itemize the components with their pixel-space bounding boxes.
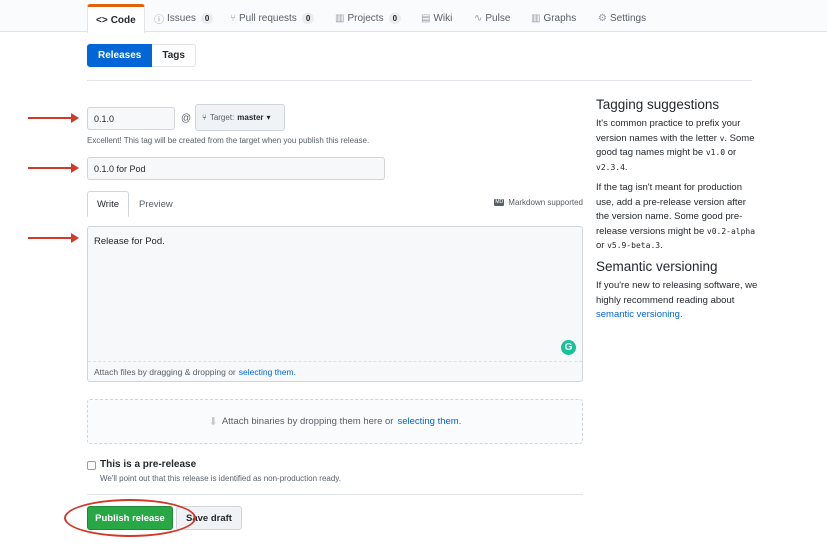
prerelease-checkbox[interactable] [87,461,96,470]
tab-label: Projects [347,12,384,24]
tab-projects[interactable]: ▥ Projects 0 [327,4,409,32]
projects-icon: ▥ [335,12,345,24]
tag-version-value: 0.1.0 [94,113,115,124]
tab-settings[interactable]: ⚙ Settings [590,4,654,32]
tab-label: Code [110,14,136,26]
or-text: or [727,147,737,158]
tab-pull-requests[interactable]: ⑂ Pull requests 0 [222,4,322,32]
tab-label: Settings [609,12,647,24]
tagging-paragraph-2: If the tag isn't meant for production us… [596,182,756,251]
semantic-versioning: Semantic versioning If you're new to rel… [596,259,761,323]
target-label: Target: [209,113,235,122]
code-alpha: v0.2-alpha [706,226,756,236]
code-icon: <> [96,14,108,26]
annotation-arrow-body [28,233,79,243]
binaries-dropzone[interactable]: ⬇ Attach binaries by dropping them here … [87,399,583,444]
attach-files-bar: Attach files by dragging & dropping or s… [88,361,582,381]
issue-icon: ⓘ [154,14,164,26]
write-tab[interactable]: Write [87,191,129,217]
tag-version-input[interactable]: 0.1.0 [87,107,175,130]
divider [87,494,583,495]
binaries-text: Attach binaries by dropping them here or [221,416,394,427]
release-subnav: Releases Tags [87,44,196,67]
tags-tab[interactable]: Tags [152,44,196,67]
annotation-arrow-title [28,163,79,173]
tag-note: Excellent! This tag will be created from… [87,136,370,145]
semver-title: Semantic versioning [596,259,718,274]
prerelease-note: We'll point out that this release is ide… [100,474,341,483]
at-symbol: @ [181,113,192,124]
issues-counter: 0 [200,12,214,24]
projects-counter: 0 [388,12,402,24]
pull-requests-counter: 0 [301,12,315,24]
tab-wiki[interactable]: ▤ Wiki [413,4,460,32]
arrow-down-icon: ⬇ [208,416,218,428]
target-branch-dropdown[interactable]: ⑂ Target: master ▾ [195,104,285,131]
tab-issues[interactable]: ⓘ Issues 0 [146,4,221,32]
divider [87,80,752,81]
or-text: or [596,240,605,251]
pulse-icon: ∿ [474,12,483,24]
markdown-supported[interactable]: MD Markdown supported [494,198,583,207]
tab-pulse[interactable]: ∿ Pulse [466,4,518,32]
prerelease-label[interactable]: This is a pre-release [100,459,196,470]
release-title-value: 0.1.0 for Pod [94,163,146,174]
semver-link[interactable]: semantic versioning. [596,309,683,320]
tagging-suggestions: Tagging suggestions It's common practice… [596,97,761,254]
binaries-link[interactable]: selecting them. [397,416,461,427]
annotation-ellipse [64,499,196,537]
releases-tab[interactable]: Releases [87,44,153,67]
tab-label: Pull requests [239,12,297,24]
wiki-icon: ▤ [421,12,431,24]
pull-request-icon: ⑂ [230,12,236,24]
tab-label: Issues [167,12,196,24]
preview-tab[interactable]: Preview [130,191,182,217]
tab-label: Graphs [543,12,577,24]
semver-text: If you're new to releasing software, we … [596,280,758,306]
attach-files-text: Attach files by dragging & dropping or [94,366,236,377]
tab-label: Wiki [433,12,453,24]
gear-icon: ⚙ [598,12,607,24]
markdown-icon: MD [494,199,505,206]
release-title-input[interactable]: 0.1.0 for Pod [87,157,385,180]
tab-label: Pulse [485,12,511,24]
branch-icon: ⑂ [202,113,207,122]
tab-code[interactable]: <> Code [87,4,145,33]
grammarly-icon[interactable]: G [561,340,576,355]
semver-paragraph: If you're new to releasing software, we … [596,279,761,323]
annotation-arrow-tag [28,113,79,123]
release-body-textarea[interactable]: Release for Pod. G Attach files by dragg… [87,226,583,382]
graph-icon: ▥ [531,12,541,24]
code-beta: v5.9-beta.3 [607,241,661,250]
code-v2: v2.3.4 [596,162,625,172]
markdown-label: Markdown supported [508,198,583,207]
target-branch-name: master [237,113,264,122]
attach-files-link[interactable]: selecting them. [239,367,296,377]
editor-tabs: Write Preview MD Markdown supported [87,191,583,217]
repo-nav: <> Code ⓘ Issues 0 ⑂ Pull requests 0 ▥ P… [0,0,827,33]
code-v1: v1.0 [705,148,726,157]
tagging-paragraph-1: It's common practice to prefix your vers… [596,118,755,173]
tagging-title: Tagging suggestions [596,97,720,112]
release-body-text: Release for Pod. [94,236,165,247]
tab-graphs[interactable]: ▥ Graphs [523,4,584,32]
chevron-down-icon: ▾ [266,113,271,122]
